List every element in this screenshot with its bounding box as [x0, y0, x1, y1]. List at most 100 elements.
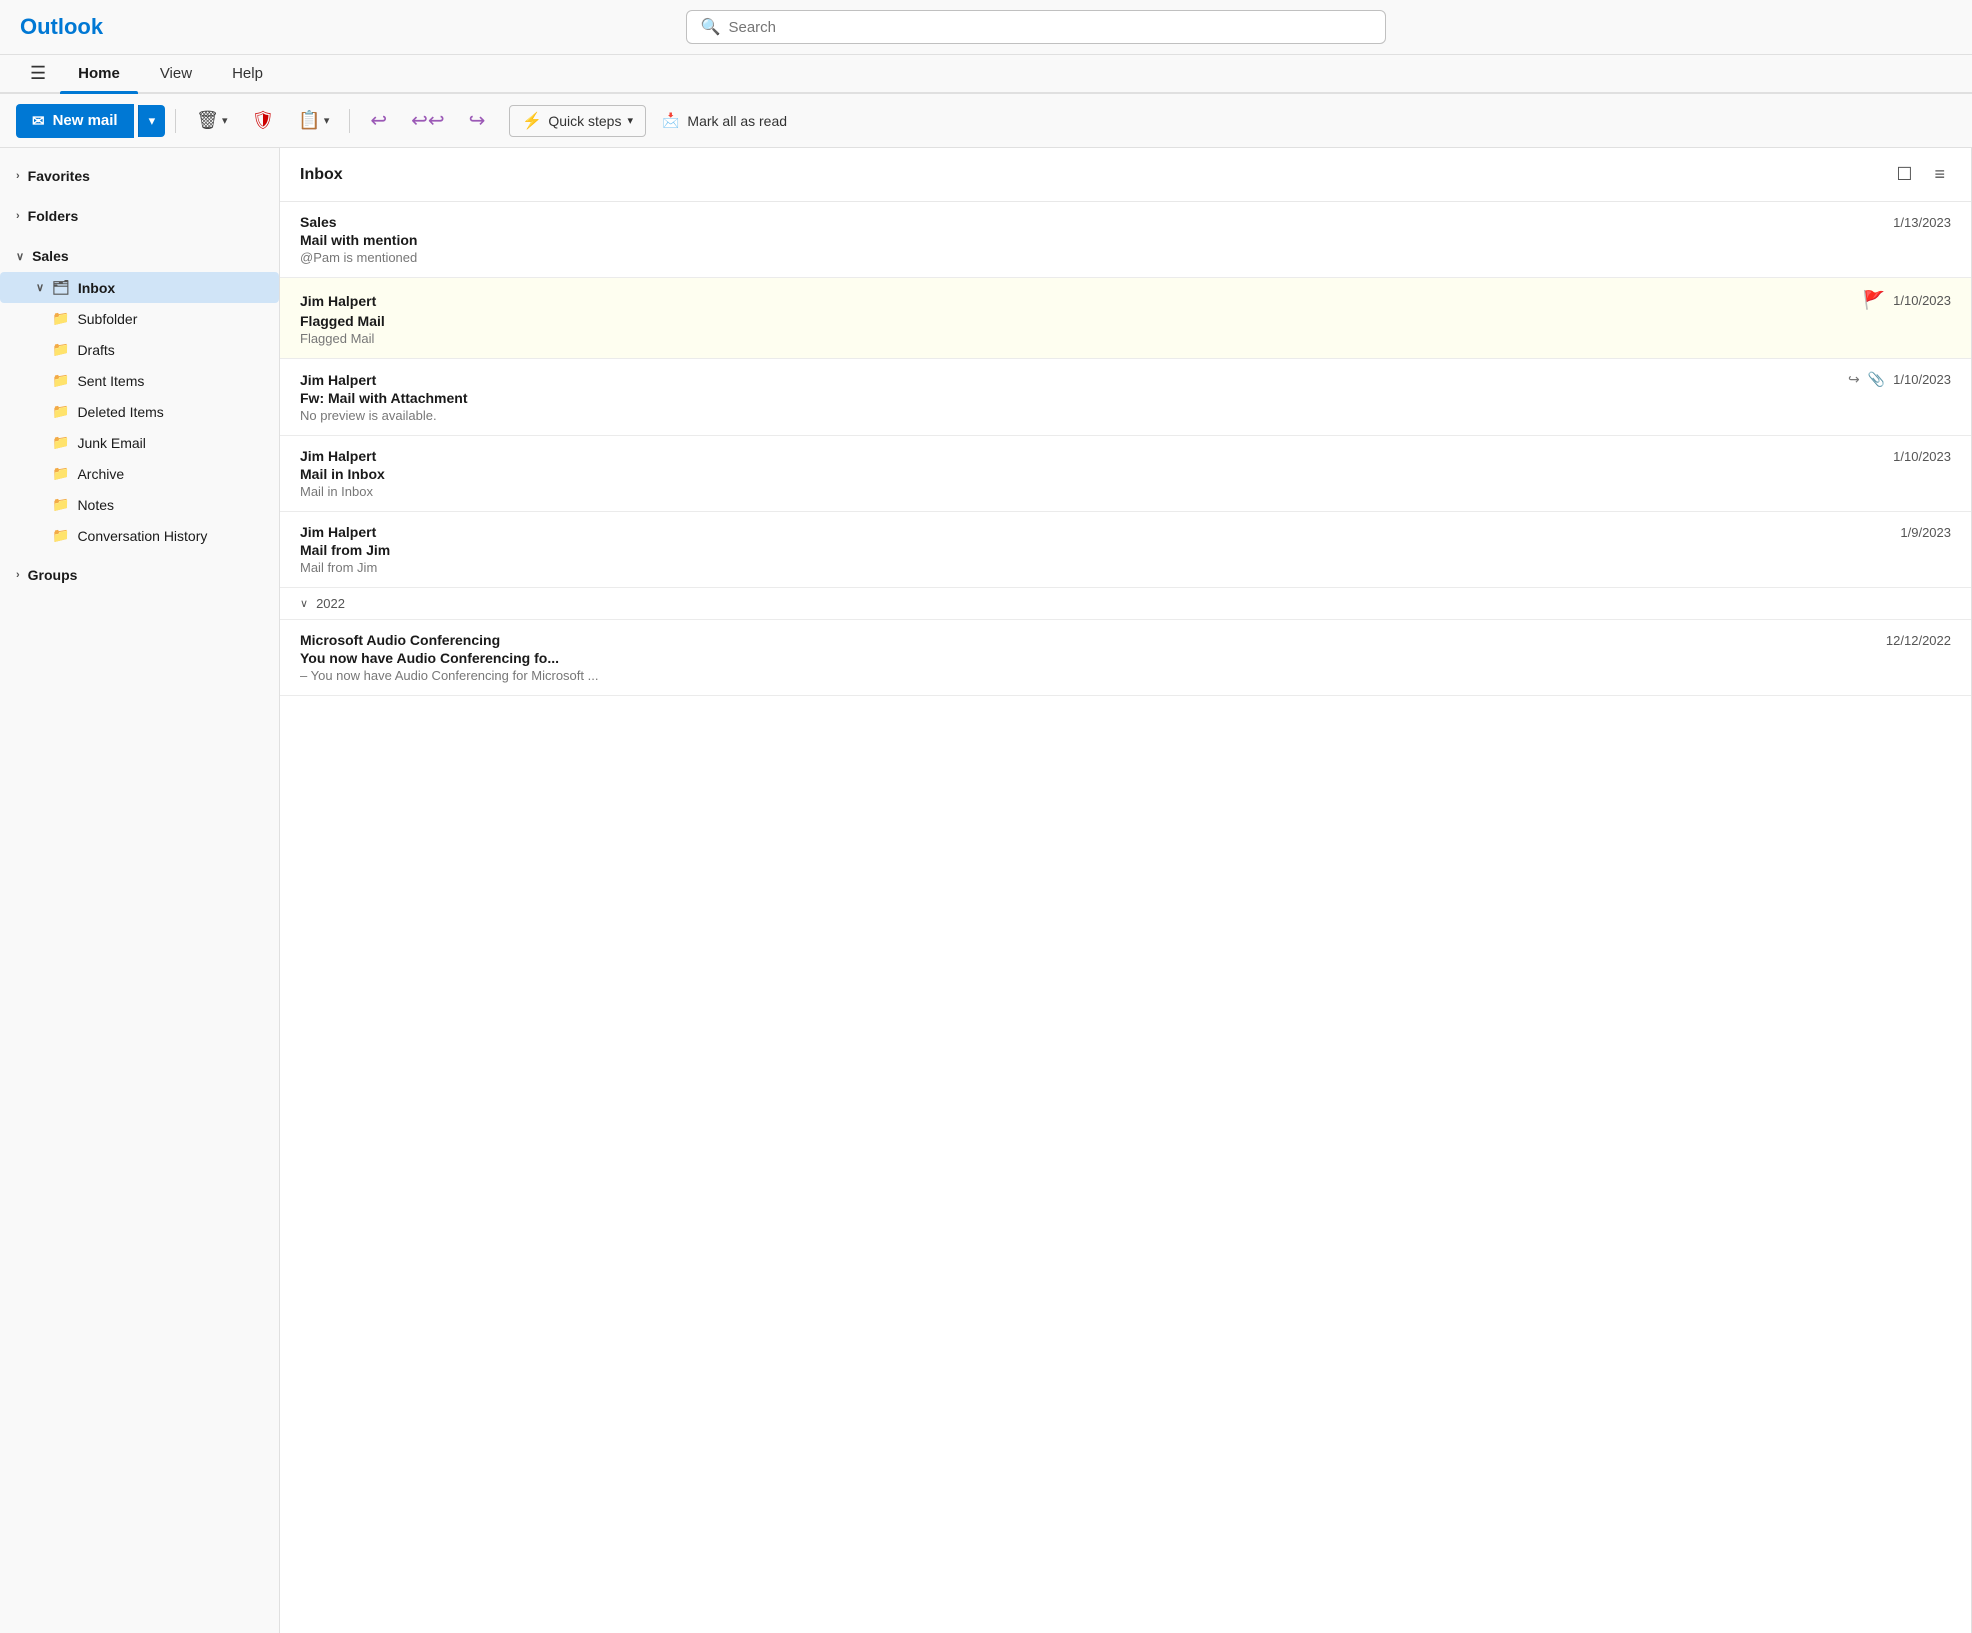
email-item-e1[interactable]: Sales 1/13/2023 Mail with mention @Pam i… — [280, 202, 1971, 278]
email-date-e3: 1/10/2023 — [1893, 372, 1951, 387]
sidebar-section-favorites: › Favorites — [0, 156, 279, 196]
quick-steps-button[interactable]: ⚡ Quick steps ▾ — [509, 105, 646, 137]
new-mail-dropdown-button[interactable]: ▾ — [138, 105, 166, 137]
reply-button[interactable]: ↩ — [360, 102, 397, 139]
tab-home[interactable]: Home — [60, 55, 138, 92]
chevron-down-icon-inbox: ∨ — [36, 281, 44, 294]
mark-all-read-label: Mark all as read — [687, 113, 787, 129]
email-date-e5: 1/9/2023 — [1900, 525, 1951, 540]
top-bar: Outlook 🔍 — [0, 0, 1972, 55]
sidebar-item-inbox[interactable]: ∨ 🗂 Inbox — [0, 272, 279, 303]
email-subject-e6: You now have Audio Conferencing fo... — [300, 650, 1951, 666]
deleted-items-label: Deleted Items — [77, 404, 163, 420]
chevron-down-icon-qs: ▾ — [627, 114, 633, 127]
drafts-label: Drafts — [77, 342, 114, 358]
email-date-e6: 12/12/2022 — [1886, 633, 1951, 648]
section-divider-2022[interactable]: ∨ 2022 — [280, 588, 1971, 620]
folder-icon-conv-history: 📁 — [52, 527, 69, 544]
reply-icon: ↩ — [370, 108, 387, 133]
envelope-read-icon: 📩 — [662, 112, 679, 129]
sidebar-header-groups[interactable]: › Groups — [0, 559, 279, 591]
mark-all-read-button[interactable]: 📩 Mark all as read — [650, 106, 799, 135]
search-icon: 🔍 — [701, 17, 721, 37]
sidebar-item-conversation-history[interactable]: 📁 Conversation History — [0, 520, 279, 551]
email-meta-e3: ↪ 📎 1/10/2023 — [1848, 371, 1951, 388]
view-toggle-button[interactable]: ☐ — [1890, 162, 1918, 187]
sidebar-item-deleted[interactable]: 📁 Deleted Items — [0, 396, 279, 427]
email-sender-e2: Jim Halpert — [300, 293, 376, 309]
reply-all-button[interactable]: ↩↩ — [401, 102, 455, 139]
sidebar-section-groups: › Groups — [0, 555, 279, 595]
attachment-icon-e3: 📎 — [1868, 371, 1885, 388]
email-meta-e6: 12/12/2022 — [1886, 633, 1951, 648]
email-item-e3[interactable]: Jim Halpert ↪ 📎 1/10/2023 Fw: Mail with … — [280, 359, 1971, 436]
folder-icon-sent: 📁 — [52, 372, 69, 389]
sidebar: › Favorites › Folders ∨ Sales ∨ 🗂 Inbox … — [0, 148, 280, 1633]
email-item-e6[interactable]: Microsoft Audio Conferencing 12/12/2022 … — [280, 620, 1971, 696]
move-button[interactable]: 📋 ▾ — [288, 104, 339, 137]
folder-icon-inbox: 🗂 — [52, 279, 70, 296]
email-item-e2[interactable]: Jim Halpert 🚩 1/10/2023 Flagged Mail Fla… — [280, 278, 1971, 359]
sidebar-header-favorites[interactable]: › Favorites — [0, 160, 279, 192]
sidebar-item-junk[interactable]: 📁 Junk Email — [0, 427, 279, 458]
chevron-down-icon-sales: ∨ — [16, 250, 24, 263]
move-icon: 📋 — [298, 110, 320, 131]
lightning-icon: ⚡ — [522, 111, 542, 131]
email-panel-header: Inbox ☐ ≡ — [280, 148, 1971, 202]
groups-label: Groups — [28, 567, 78, 583]
folder-icon-junk: 📁 — [52, 434, 69, 451]
filter-button[interactable]: ≡ — [1928, 162, 1951, 187]
forward-button[interactable]: ↪ — [459, 102, 496, 139]
trash-icon: 🗑 — [196, 110, 219, 131]
inbox-label: Inbox — [78, 280, 115, 296]
hamburger-button[interactable]: ☰ — [20, 55, 56, 92]
new-mail-button[interactable]: ✉ New mail — [16, 104, 134, 138]
email-preview-e6: – You now have Audio Conferencing for Mi… — [300, 668, 1951, 683]
search-box: 🔍 — [686, 10, 1386, 44]
sidebar-header-folders[interactable]: › Folders — [0, 200, 279, 232]
tab-help[interactable]: Help — [214, 55, 281, 92]
search-input[interactable] — [728, 19, 1370, 36]
email-panel: Inbox ☐ ≡ Sales 1/13/2023 Mail with ment… — [280, 148, 1972, 1633]
email-panel-actions: ☐ ≡ — [1890, 162, 1951, 187]
email-subject-e3: Fw: Mail with Attachment — [300, 390, 1951, 406]
notes-label: Notes — [77, 497, 114, 513]
email-subject-e4: Mail in Inbox — [300, 466, 1951, 482]
email-subject-e1: Mail with mention — [300, 232, 1951, 248]
email-subject-e2: Flagged Mail — [300, 313, 1951, 329]
main-layout: › Favorites › Folders ∨ Sales ∨ 🗂 Inbox … — [0, 148, 1972, 1633]
email-subject-e5: Mail from Jim — [300, 542, 1951, 558]
forward-icon: ↪ — [469, 108, 486, 133]
delete-button[interactable]: 🗑 ▾ — [186, 104, 237, 137]
favorites-label: Favorites — [28, 168, 90, 184]
sidebar-item-sent[interactable]: 📁 Sent Items — [0, 365, 279, 396]
folder-icon-archive: 📁 — [52, 465, 69, 482]
sidebar-item-notes[interactable]: 📁 Notes — [0, 489, 279, 520]
email-date-e4: 1/10/2023 — [1893, 449, 1951, 464]
chevron-right-icon-folders: › — [16, 210, 20, 222]
sidebar-item-drafts[interactable]: 📁 Drafts — [0, 334, 279, 365]
tab-view[interactable]: View — [142, 55, 210, 92]
email-item-e5[interactable]: Jim Halpert 1/9/2023 Mail from Jim Mail … — [280, 512, 1971, 588]
toolbar: ✉ New mail ▾ 🗑 ▾ 🛡 📋 ▾ ↩ ↩↩ ↪ ⚡ Quick st… — [0, 94, 1972, 148]
sidebar-item-subfolder[interactable]: 📁 Subfolder — [0, 303, 279, 334]
email-sender-e6: Microsoft Audio Conferencing — [300, 632, 500, 648]
junk-button[interactable]: 🛡 — [242, 104, 285, 137]
folder-icon-subfolder: 📁 — [52, 310, 69, 327]
email-preview-e2: Flagged Mail — [300, 331, 1951, 346]
folder-icon-deleted: 📁 — [52, 403, 69, 420]
email-date-e2: 1/10/2023 — [1893, 293, 1951, 308]
email-preview-e1: @Pam is mentioned — [300, 250, 1951, 265]
email-meta-e2: 🚩 1/10/2023 — [1863, 290, 1951, 311]
shield-icon: 🛡 — [252, 110, 275, 131]
app-title: Outlook — [20, 14, 103, 40]
chevron-down-icon-move: ▾ — [324, 114, 330, 127]
email-preview-e3: No preview is available. — [300, 408, 1951, 423]
email-meta-e5: 1/9/2023 — [1900, 525, 1951, 540]
toolbar-separator-2 — [349, 109, 350, 133]
folder-icon-drafts: 📁 — [52, 341, 69, 358]
sidebar-item-archive[interactable]: 📁 Archive — [0, 458, 279, 489]
sidebar-header-sales[interactable]: ∨ Sales — [0, 240, 279, 272]
email-item-e4[interactable]: Jim Halpert 1/10/2023 Mail in Inbox Mail… — [280, 436, 1971, 512]
chevron-right-icon-groups: › — [16, 569, 20, 581]
